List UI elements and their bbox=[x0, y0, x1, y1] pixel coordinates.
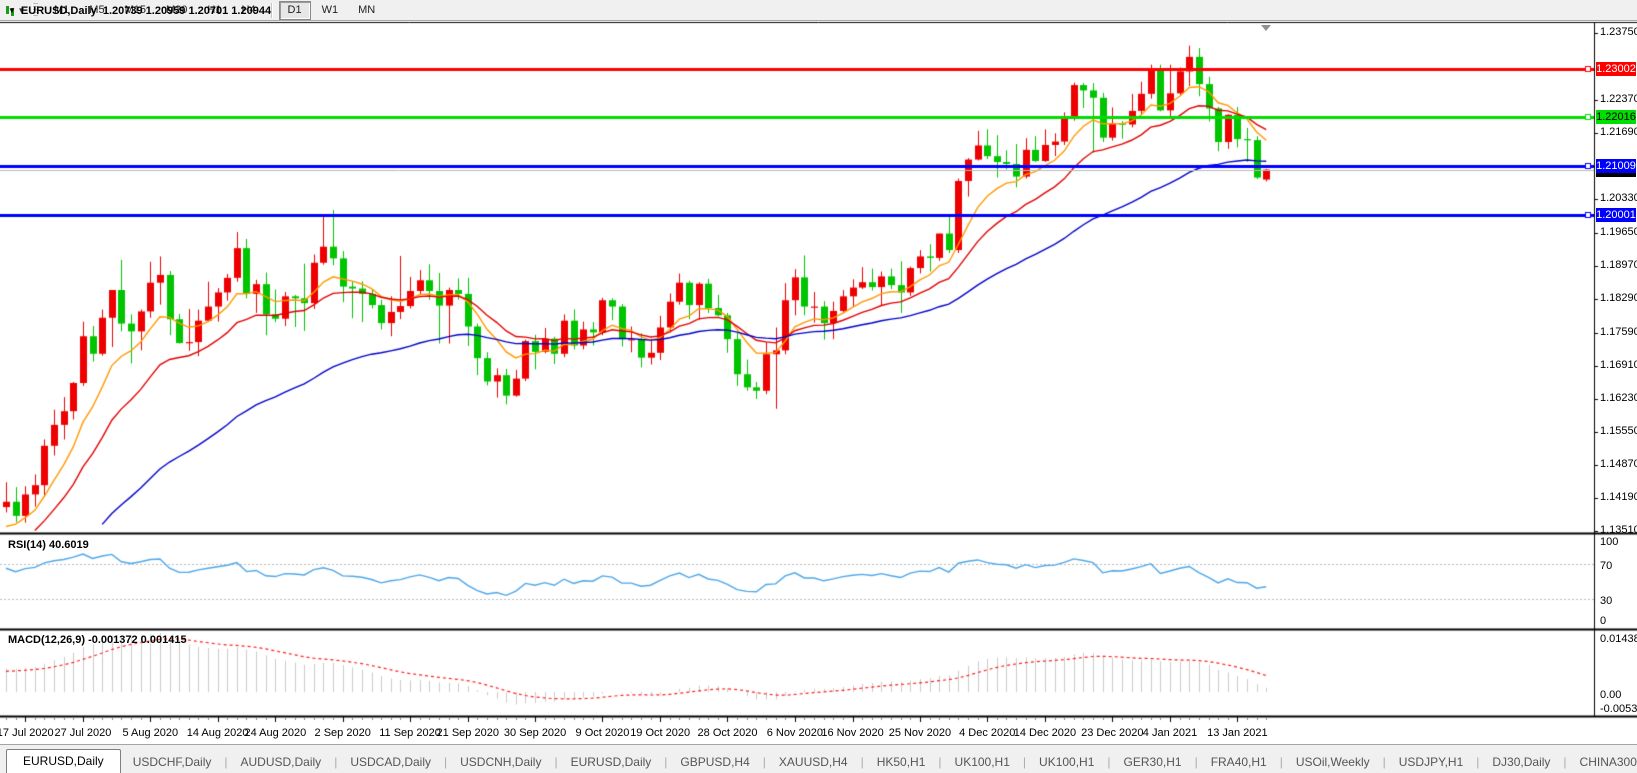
price-axis-tick: 1.22370 bbox=[1600, 93, 1637, 105]
price-axis-tick: 1.14870 bbox=[1600, 458, 1637, 470]
chart-tab-audusd-daily[interactable]: AUDUSD,Daily bbox=[229, 751, 334, 773]
chart-tab-eurusd-daily[interactable]: EURUSD,Daily bbox=[559, 751, 664, 773]
macd-indicator-label: MACD(12,26,9) -0.001372 0.001415 bbox=[8, 634, 187, 646]
time-axis-label: 13 Jan 2021 bbox=[1207, 727, 1268, 739]
time-axis-label: 11 Sep 2020 bbox=[379, 727, 441, 739]
time-axis-label: 21 Sep 2020 bbox=[437, 727, 499, 739]
chart-ohlc-values: 1.20739 1.20959 1.20701 1.20944 bbox=[103, 5, 271, 17]
time-axis-label: 16 Nov 2020 bbox=[821, 727, 883, 739]
time-axis-label: 30 Sep 2020 bbox=[504, 727, 566, 739]
mt4-terminal: ▼ M1M5M15M30H1H4D1W1MN ▼EURUSD,Daily 1.2… bbox=[0, 0, 1637, 773]
price-axis-tick: 1.18970 bbox=[1600, 259, 1637, 271]
chart-tab-usdcad-daily[interactable]: USDCAD,Daily bbox=[338, 751, 443, 773]
macd-axis-label: 0.014384 bbox=[1600, 633, 1637, 645]
macd-axis-label: 0.00 bbox=[1600, 689, 1621, 701]
chart-tab-uk100-h1[interactable]: UK100,H1 bbox=[1027, 751, 1106, 773]
price-chart-canvas[interactable] bbox=[0, 0, 1637, 773]
chart-tab-ger30-h1[interactable]: GER30,H1 bbox=[1112, 751, 1194, 773]
price-axis-tick: 1.18290 bbox=[1600, 292, 1637, 304]
price-axis-tick: 1.15550 bbox=[1600, 425, 1637, 437]
rsi-axis-label: 30 bbox=[1600, 595, 1612, 607]
time-axis-label: 25 Nov 2020 bbox=[889, 727, 951, 739]
chart-tab-dj30-daily[interactable]: DJ30,Daily bbox=[1480, 751, 1562, 773]
time-axis-label: 24 Aug 2020 bbox=[244, 727, 306, 739]
price-line-badge: 1.22016 bbox=[1596, 110, 1636, 124]
price-axis-tick: 1.19650 bbox=[1600, 226, 1637, 238]
time-axis-label: 28 Oct 2020 bbox=[698, 727, 758, 739]
chart-ohlc-header: ▼ EURUSD,Daily 1.20739 1.20959 1.20701 1.… bbox=[8, 5, 271, 17]
chart-tab-china300-h1[interactable]: CHINA300,H1 bbox=[1568, 751, 1637, 773]
chart-shift-marker-icon[interactable] bbox=[1261, 25, 1271, 31]
time-axis-label: 23 Dec 2020 bbox=[1081, 727, 1143, 739]
chart-tab-gbpusd-h4[interactable]: GBPUSD,H4 bbox=[668, 751, 761, 773]
price-line-badge: 1.20001 bbox=[1596, 208, 1636, 222]
price-line-badge: 1.23002 bbox=[1596, 62, 1636, 76]
collapse-triangle-icon: ▼ bbox=[8, 6, 16, 15]
chart-tab-hk50-h1[interactable]: HK50,H1 bbox=[865, 751, 938, 773]
price-axis-tick: 1.16910 bbox=[1600, 359, 1637, 371]
price-axis-tick: 1.21690 bbox=[1600, 126, 1637, 138]
price-axis-tick: 1.14190 bbox=[1600, 491, 1637, 503]
chart-symbol: EURUSD,Daily bbox=[21, 5, 97, 17]
price-axis-tick: 1.17590 bbox=[1600, 326, 1637, 338]
time-axis-label: 14 Aug 2020 bbox=[187, 727, 249, 739]
time-axis-label: 4 Jan 2021 bbox=[1143, 727, 1197, 739]
time-axis-label: 19 Oct 2020 bbox=[630, 727, 690, 739]
chart-tab-usdjpy-h1[interactable]: USDJPY,H1 bbox=[1387, 751, 1475, 773]
chart-tab-usdchf-daily[interactable]: USDCHF,Daily bbox=[121, 751, 224, 773]
chart-tab-eurusd-daily[interactable]: EURUSD,Daily bbox=[6, 749, 121, 773]
chart-tab-uk100-h1[interactable]: UK100,H1 bbox=[943, 751, 1022, 773]
macd-axis-label: -0.005396 bbox=[1600, 703, 1637, 715]
time-axis-label: 2 Sep 2020 bbox=[315, 727, 371, 739]
time-axis-label: 27 Jul 2020 bbox=[55, 727, 112, 739]
chart-tab-usdcnh-daily[interactable]: USDCNH,Daily bbox=[448, 751, 553, 773]
price-axis-tick: 1.13510 bbox=[1600, 524, 1637, 536]
price-axis-tick: 1.20330 bbox=[1600, 192, 1637, 204]
time-axis-label: 14 Dec 2020 bbox=[1014, 727, 1076, 739]
rsi-indicator-label: RSI(14) 40.6019 bbox=[8, 539, 89, 551]
time-axis-label: 5 Aug 2020 bbox=[122, 727, 178, 739]
chart-tab-xauusd-h4[interactable]: XAUUSD,H4 bbox=[767, 751, 860, 773]
chart-tab-fra40-h1[interactable]: FRA40,H1 bbox=[1199, 751, 1279, 773]
time-axis-label: 17 Jul 2020 bbox=[0, 727, 54, 739]
chart-tab-bar: EURUSD,DailyUSDCHF,Daily|AUDUSD,Daily|US… bbox=[0, 744, 1637, 773]
rsi-axis-label: 70 bbox=[1600, 560, 1612, 572]
price-line-badge: 1.21009 bbox=[1596, 159, 1636, 173]
rsi-axis-label: 0 bbox=[1600, 615, 1606, 627]
price-axis-tick: 1.16230 bbox=[1600, 392, 1637, 404]
rsi-axis-label: 100 bbox=[1600, 536, 1618, 548]
time-axis-label: 9 Oct 2020 bbox=[576, 727, 630, 739]
price-axis-tick: 1.23750 bbox=[1600, 26, 1637, 38]
time-axis-label: 4 Dec 2020 bbox=[959, 727, 1015, 739]
time-axis-label: 6 Nov 2020 bbox=[767, 727, 823, 739]
chart-tab-usoil-weekly[interactable]: USOil,Weekly bbox=[1284, 751, 1382, 773]
